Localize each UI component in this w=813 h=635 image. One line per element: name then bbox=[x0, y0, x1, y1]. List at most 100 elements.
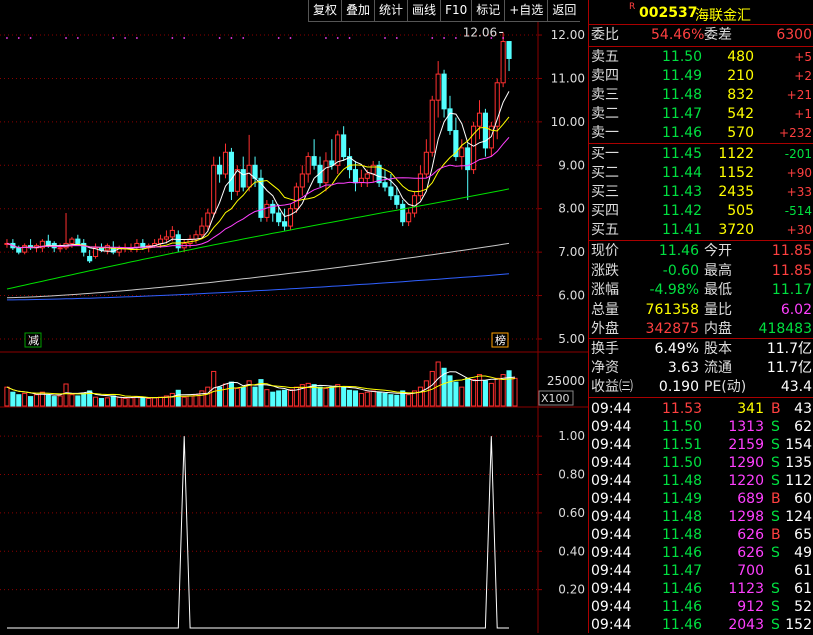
trade-count: 43 bbox=[794, 401, 812, 417]
trade-volume: 626 bbox=[737, 527, 764, 543]
trade-side: B bbox=[771, 491, 781, 507]
trade-side: S bbox=[771, 455, 780, 471]
toolbar-button-1[interactable]: 叠加 bbox=[341, 0, 375, 22]
candle-body bbox=[222, 151, 229, 175]
trade-time: 09:44 bbox=[591, 617, 632, 633]
candle-body bbox=[364, 173, 370, 179]
kline-chart[interactable]: 12.00 11.00 10.00 9.00 8.00 7.00 6.00 5.00 12.06… bbox=[0, 22, 588, 633]
toolbar-button-2[interactable]: 统计 bbox=[374, 0, 408, 22]
volume-bar bbox=[157, 396, 164, 407]
volume-bar bbox=[494, 377, 500, 407]
trade-time: 09:44 bbox=[591, 599, 632, 615]
volume-bar bbox=[329, 386, 335, 407]
y-tick-label: 10.00 bbox=[551, 115, 585, 129]
quote-label: 现价 bbox=[591, 243, 619, 259]
indicator-tick-label: 0.20 bbox=[558, 583, 585, 597]
weicha-value: 6300 bbox=[776, 27, 812, 43]
fund-label: PE(动) bbox=[704, 379, 747, 395]
trade-row: 09:44 11.47 700 61 bbox=[589, 562, 813, 581]
bid-level: 买二 11.44 1152 +90 bbox=[589, 164, 813, 183]
candle-body bbox=[406, 212, 412, 223]
quote-value: 418483 bbox=[758, 321, 812, 337]
trade-side: S bbox=[771, 509, 780, 525]
bid-volume: 3720 bbox=[718, 222, 754, 238]
trade-count: 62 bbox=[794, 419, 812, 435]
fund-value: 6.49% bbox=[654, 341, 699, 357]
indicator-tick-label: 1.00 bbox=[558, 429, 585, 443]
quote-label: 最高 bbox=[704, 262, 732, 279]
candle-body bbox=[22, 245, 28, 253]
trade-count: 135 bbox=[785, 455, 812, 471]
toolbar-button-6[interactable]: +自选 bbox=[504, 0, 548, 22]
bid-price: 11.42 bbox=[662, 203, 703, 219]
chart-toolbar: 复权 叠加 统计 画线 F10 标记 +自选 返回 bbox=[308, 0, 581, 22]
volume-bar bbox=[57, 395, 63, 407]
ask-volume: 542 bbox=[727, 106, 754, 122]
trade-row: 09:44 11.50 1313 S 62 bbox=[589, 418, 813, 437]
quote-value: 761358 bbox=[645, 301, 699, 318]
trade-volume: 1298 bbox=[728, 509, 764, 525]
stock-code: 002537 bbox=[639, 5, 698, 21]
candle-body bbox=[246, 164, 252, 188]
trade-side: S bbox=[771, 437, 780, 453]
volume-bar bbox=[240, 386, 246, 407]
toolbar-button-0[interactable]: 复权 bbox=[308, 0, 342, 22]
fund-value: 11.7亿 bbox=[766, 360, 812, 376]
divider bbox=[589, 338, 813, 339]
candle-body bbox=[169, 229, 175, 238]
volume-bar bbox=[488, 382, 494, 407]
signal-dot bbox=[171, 37, 174, 39]
weibi-value: 54.46% bbox=[651, 27, 705, 43]
divider bbox=[589, 143, 813, 144]
ask-change: +21 bbox=[786, 88, 812, 102]
volume-bar bbox=[417, 386, 424, 407]
bid-level: 买三 11.43 2435 +33 bbox=[589, 183, 813, 202]
trade-count: 154 bbox=[785, 437, 812, 453]
volume-bar bbox=[205, 386, 211, 407]
chart-area[interactable]: 12.00 11.00 10.00 9.00 8.00 7.00 6.00 5.00 12.06… bbox=[0, 22, 588, 633]
trade-row: 09:44 11.46 1123 S 61 bbox=[589, 580, 813, 599]
bid-change: +90 bbox=[786, 166, 812, 180]
candle-body bbox=[423, 151, 429, 175]
trade-count: 112 bbox=[785, 473, 812, 489]
signal-dot bbox=[76, 37, 79, 39]
ask-label: 卖五 bbox=[591, 49, 619, 65]
trade-time: 09:44 bbox=[591, 473, 632, 489]
candle-body bbox=[335, 134, 341, 166]
candle-body bbox=[163, 236, 170, 240]
toolbar-button-4[interactable]: F10 bbox=[440, 0, 472, 22]
trade-time: 09:44 bbox=[591, 527, 632, 543]
toolbar-button-3[interactable]: 画线 bbox=[407, 0, 441, 22]
trade-time: 09:44 bbox=[591, 563, 632, 579]
bid-label: 买二 bbox=[591, 165, 619, 181]
y-tick-label: 12.00 bbox=[551, 28, 585, 42]
ask-volume: 210 bbox=[727, 68, 754, 84]
toolbar-button-7[interactable]: 返回 bbox=[547, 0, 581, 22]
trade-volume: 2043 bbox=[728, 617, 764, 633]
trade-volume: 1290 bbox=[728, 455, 764, 471]
trade-volume: 626 bbox=[737, 545, 764, 561]
trade-count: 52 bbox=[794, 599, 812, 615]
volume-bar bbox=[104, 397, 110, 407]
quote-value: 11.17 bbox=[771, 282, 812, 298]
ask-volume: 832 bbox=[727, 87, 754, 103]
trade-count: 60 bbox=[794, 491, 812, 507]
y-tick-label: 5.00 bbox=[558, 332, 585, 346]
candle-body bbox=[299, 173, 305, 188]
quote-value: -4.98% bbox=[649, 282, 699, 298]
bid-price: 11.43 bbox=[662, 184, 703, 200]
volume-bar bbox=[128, 397, 134, 407]
volume-bar bbox=[175, 389, 181, 407]
candle-body bbox=[211, 164, 217, 214]
indicator-tick-label: 0.60 bbox=[558, 506, 585, 520]
high-annotation: 12.06 bbox=[463, 25, 497, 39]
divider bbox=[589, 397, 813, 398]
candle-body bbox=[199, 225, 205, 236]
candle-body bbox=[429, 99, 435, 153]
volume-bar bbox=[394, 394, 400, 407]
trade-volume: 1313 bbox=[728, 419, 764, 435]
volume-bar bbox=[335, 384, 341, 407]
toolbar-button-5[interactable]: 标记 bbox=[471, 0, 505, 22]
ask-change: +1 bbox=[794, 107, 812, 121]
trade-volume: 1123 bbox=[728, 581, 764, 597]
